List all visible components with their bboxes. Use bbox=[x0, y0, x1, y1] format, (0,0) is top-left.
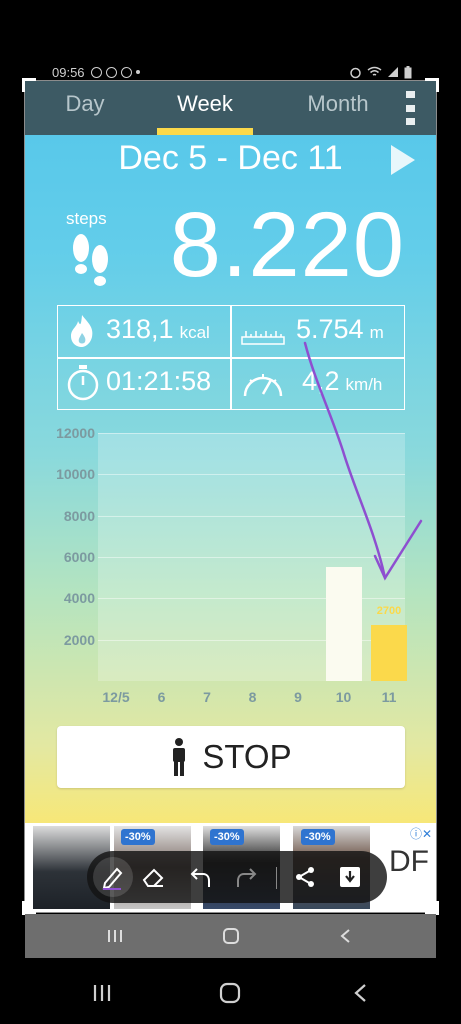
back-button[interactable] bbox=[330, 968, 390, 1018]
battery-icon bbox=[404, 65, 412, 78]
system-navigation-bar bbox=[0, 960, 461, 1024]
signal-icon bbox=[388, 67, 398, 77]
alarm-icon bbox=[350, 67, 361, 78]
handwritten-arrow-annotation bbox=[303, 341, 423, 581]
screen: 09:56 Day Week Month Dec 5 - Dec 11 step… bbox=[0, 0, 461, 1024]
eraser-tool-button[interactable] bbox=[135, 859, 171, 895]
status-bar: 09:56 bbox=[52, 62, 412, 82]
home-icon bbox=[219, 982, 241, 1004]
notification-icon bbox=[90, 66, 102, 78]
undo-button[interactable] bbox=[183, 859, 219, 895]
redo-icon bbox=[237, 868, 257, 887]
back-icon bbox=[315, 914, 375, 958]
undo-icon bbox=[190, 868, 210, 887]
share-button[interactable] bbox=[287, 859, 323, 895]
messenger-icon bbox=[105, 66, 117, 78]
recent-apps-icon bbox=[85, 914, 145, 958]
eraser-icon bbox=[142, 868, 164, 887]
status-time: 09:56 bbox=[52, 64, 85, 80]
notification-icon bbox=[120, 66, 132, 78]
home-button[interactable] bbox=[200, 968, 260, 1018]
toolbar-divider bbox=[276, 867, 277, 889]
download-icon bbox=[340, 867, 360, 887]
pen-tool-button[interactable] bbox=[93, 857, 133, 897]
save-button[interactable] bbox=[332, 859, 368, 895]
pedometer-app: Day Week Month Dec 5 - Dec 11 steps 8.22… bbox=[25, 81, 436, 912]
recent-apps-icon bbox=[93, 985, 111, 1001]
share-icon bbox=[296, 867, 314, 887]
redo-button[interactable] bbox=[228, 859, 264, 895]
pen-icon bbox=[102, 867, 123, 890]
captured-navigation-bar bbox=[25, 914, 436, 958]
wifi-icon bbox=[367, 66, 382, 76]
home-icon bbox=[201, 914, 261, 958]
more-notifications-icon bbox=[135, 70, 140, 74]
drawing-toolbar bbox=[87, 851, 387, 903]
recent-apps-button[interactable] bbox=[72, 968, 132, 1018]
back-icon bbox=[354, 984, 366, 1002]
